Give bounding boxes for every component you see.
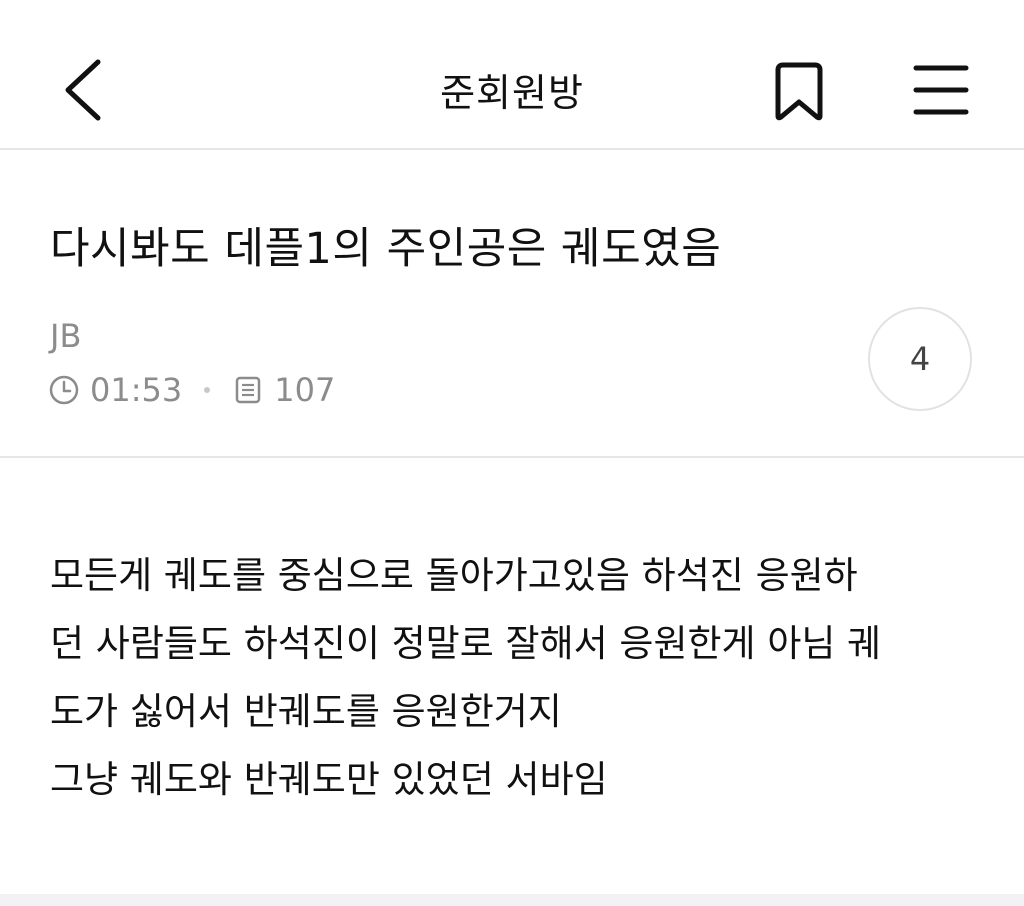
post-content: 모든게 궤도를 중심으로 돌아가고있음 하석진 응원하 던 사람들도 하석진이 … (50, 542, 980, 814)
post-meta: 01:53 107 (48, 368, 335, 412)
menu-button[interactable] (910, 62, 972, 118)
post-author[interactable]: JB (50, 317, 81, 355)
content-line: 모든게 궤도를 중심으로 돌아가고있음 하석진 응원하 (50, 554, 858, 597)
content-line: 던 사람들도 하석진이 정말로 잘해서 응원한게 아님 궤 (50, 622, 882, 665)
bookmark-icon (775, 62, 823, 121)
comment-count: 4 (909, 340, 931, 378)
hamburger-menu-icon (913, 65, 969, 115)
divider (0, 456, 1024, 458)
bookmark-button[interactable] (768, 60, 830, 124)
comment-count-button[interactable]: 4 (868, 307, 972, 411)
bottom-section-separator (0, 894, 1024, 906)
document-icon (232, 374, 264, 406)
meta-separator-dot (204, 387, 211, 393)
post-view-count: 107 (274, 371, 336, 409)
content-line: 도가 싫어서 반궤도를 응원한거지 (50, 690, 562, 733)
page-title: 준회원방 (440, 71, 584, 115)
top-navigation-bar: 준회원방 (0, 0, 1024, 150)
content-line: 그냥 궤도와 반궤도만 있었던 서바임 (50, 758, 608, 801)
post-time: 01:53 (90, 371, 183, 409)
post-title: 다시봐도 데플1의 주인공은 궤도였음 (50, 224, 722, 274)
clock-icon (48, 374, 80, 406)
